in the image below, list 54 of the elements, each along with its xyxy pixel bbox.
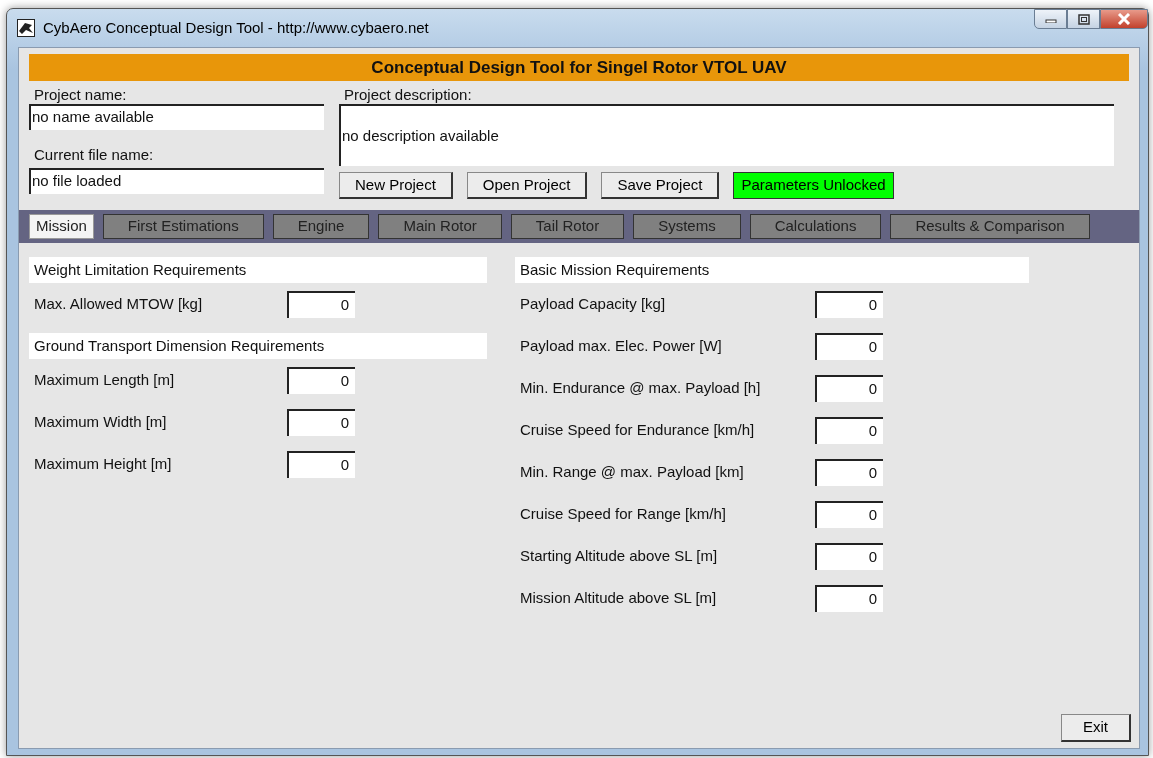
number-field[interactable]: 0: [815, 542, 883, 570]
number-field[interactable]: 0: [815, 290, 883, 318]
field-label: Cruise Speed for Endurance [km/h]: [519, 419, 756, 440]
maximize-button[interactable]: [1067, 9, 1100, 29]
tab[interactable]: Main Rotor: [378, 214, 502, 239]
lock-toggle-button[interactable]: Parameters Unlocked: [733, 172, 894, 199]
number-field[interactable]: 0: [815, 458, 883, 486]
section-header: Basic Mission Requirements: [515, 257, 1029, 283]
number-field[interactable]: 0: [815, 416, 883, 444]
file-name-field[interactable]: no file loaded: [29, 168, 324, 194]
field-label: Starting Altitude above SL [m]: [519, 545, 719, 566]
field-label: Cruise Speed for Range [km/h]: [519, 503, 727, 524]
field-label: Payload max. Elec. Power [W]: [519, 335, 723, 356]
field-label: Min. Endurance @ max. Payload [h]: [519, 377, 762, 398]
tab[interactable]: Tail Rotor: [510, 214, 625, 239]
close-icon: [1117, 13, 1131, 25]
project-name-field[interactable]: no name available: [29, 104, 324, 130]
field-label: Maximum Width [m]: [33, 411, 168, 432]
project-button[interactable]: Open Project: [466, 172, 588, 199]
field-label: Current file name:: [33, 145, 155, 164]
close-button[interactable]: [1100, 9, 1148, 29]
tab[interactable]: Calculations: [749, 214, 882, 239]
minimize-button[interactable]: [1034, 9, 1067, 29]
field-label: Maximum Height [m]: [33, 453, 173, 474]
tab[interactable]: Results & Comparison: [890, 214, 1090, 239]
number-field[interactable]: 0: [815, 584, 883, 612]
field-label: Max. Allowed MTOW [kg]: [33, 293, 204, 314]
number-field[interactable]: 0: [815, 500, 883, 528]
tab[interactable]: Systems: [633, 214, 741, 239]
app-icon: [17, 19, 35, 37]
tab[interactable]: Engine: [272, 214, 370, 239]
project-description-field[interactable]: no description available: [339, 104, 1114, 166]
number-field[interactable]: 0: [815, 374, 883, 402]
field-label: Min. Range @ max. Payload [km]: [519, 461, 745, 482]
field-label: Project name:: [33, 85, 128, 104]
number-field[interactable]: 0: [287, 450, 355, 478]
project-button[interactable]: Save Project: [601, 172, 720, 199]
section-header: Ground Transport Dimension Requirements: [29, 333, 487, 359]
project-button[interactable]: New Project: [339, 172, 453, 199]
field-label: Mission Altitude above SL [m]: [519, 587, 718, 608]
maximize-icon: [1077, 13, 1090, 25]
window-title: CybAero Conceptual Design Tool - http://www.cybaero.net: [43, 17, 429, 38]
section-header: Weight Limitation Requirements: [29, 257, 487, 283]
tab[interactable]: Mission: [29, 214, 94, 239]
number-field[interactable]: 0: [287, 366, 355, 394]
field-label: Project description:: [343, 85, 473, 104]
app-banner: Conceptual Design Tool for Singel Rotor VTOL UAV: [29, 54, 1129, 81]
number-field[interactable]: 0: [815, 332, 883, 360]
tab[interactable]: First Estimations: [102, 214, 264, 239]
number-field[interactable]: 0: [287, 408, 355, 436]
field-label: Maximum Length [m]: [33, 369, 176, 390]
field-label: Payload Capacity [kg]: [519, 293, 667, 314]
exit-button[interactable]: Exit: [1061, 714, 1131, 742]
number-field[interactable]: 0: [287, 290, 355, 318]
